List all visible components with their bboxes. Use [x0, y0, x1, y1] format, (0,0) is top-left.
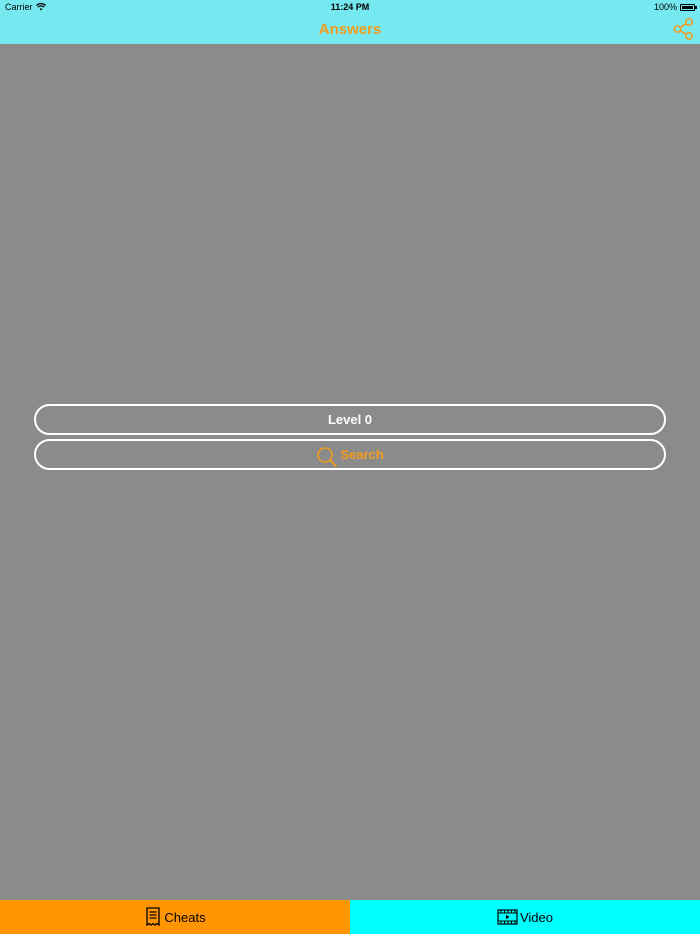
tab-bar: Cheats Video: [0, 900, 700, 934]
film-icon: [497, 909, 518, 925]
tab-cheats-label: Cheats: [164, 909, 206, 925]
battery-icon: [680, 3, 697, 11]
tab-video[interactable]: Video: [350, 900, 700, 934]
level-button[interactable]: Level 0: [34, 404, 666, 435]
status-bar: Carrier 11:24 PM 100%: [0, 0, 700, 14]
search-icon: [317, 446, 338, 467]
tab-cheats[interactable]: Cheats: [0, 900, 350, 934]
navigation-bar: Carrier 11:24 PM 100% Answers: [0, 0, 700, 44]
tab-video-label: Video: [519, 909, 553, 925]
share-icon: [673, 18, 693, 40]
clock: 11:24 PM: [330, 2, 370, 12]
search-label: Search: [340, 447, 384, 462]
receipt-icon: [146, 907, 161, 927]
page-title: Answers: [318, 21, 382, 38]
search-button[interactable]: Search: [34, 439, 666, 470]
share-button[interactable]: [672, 17, 696, 41]
level-label: Level 0: [327, 412, 373, 427]
battery-group: 100%: [653, 2, 697, 12]
battery-percent: 100%: [653, 2, 677, 12]
